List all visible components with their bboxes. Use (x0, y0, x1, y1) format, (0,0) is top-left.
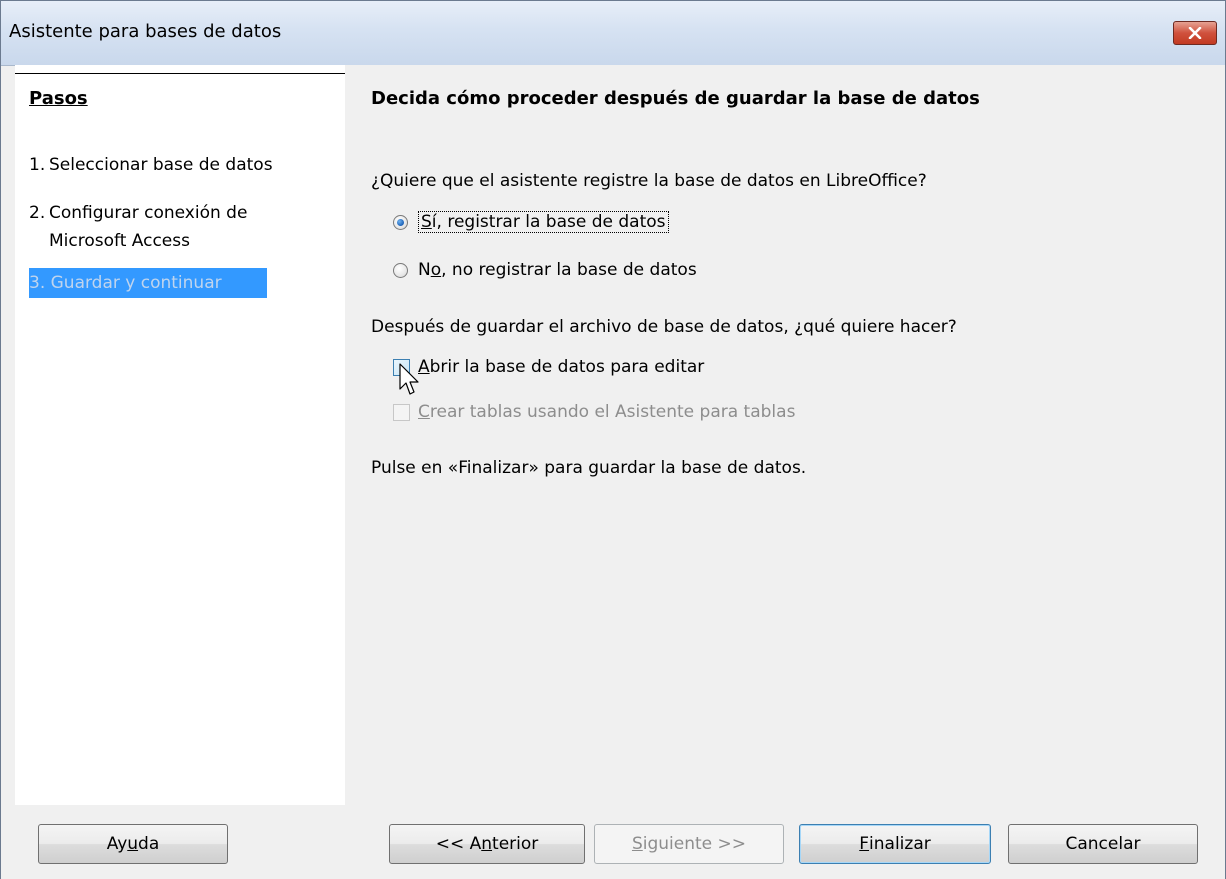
create-tables-checkbox[interactable] (393, 403, 410, 421)
button-bar: Ay u da << An terior Siguiente >> Finalizar… (1, 805, 1225, 879)
step-label: 3. Guardar y continuar (29, 273, 222, 293)
steps-heading: Pasos (29, 88, 88, 109)
next-button[interactable]: Siguiente >> (594, 824, 784, 864)
close-icon (1188, 27, 1202, 39)
window-title: Asistente para bases de datos (9, 21, 282, 42)
register-no-option[interactable]: No, no registrar la base de datos (393, 257, 697, 283)
after-save-question: Después de guardar el archivo de base de… (371, 317, 957, 337)
steps-sidebar: Pasos 1. Seleccionar base de datos 2. Conf… (15, 65, 345, 805)
mouse-pointer-icon (399, 363, 419, 395)
register-no-radio[interactable] (393, 262, 408, 278)
finish-button[interactable]: Finalizar (799, 824, 991, 864)
step-number: 2. (29, 203, 46, 223)
close-button[interactable] (1173, 21, 1217, 45)
page-title: Decida cómo proceder después de guardar … (371, 88, 980, 109)
register-yes-label[interactable]: Sí, registrar la base de datos (418, 211, 669, 233)
create-tables-option[interactable]: Crear tablas usando el Asistente para ta… (393, 399, 795, 425)
finish-hint: Pulse en «Finalizar» para guardar la bas… (371, 458, 807, 478)
back-button[interactable]: << An terior (389, 824, 585, 864)
register-yes-radio[interactable] (393, 214, 408, 230)
help-button[interactable]: Ay u da (38, 824, 228, 864)
step-configure-connection[interactable]: 2. Configurar conexión de Microsoft Acces… (29, 199, 329, 255)
wizard-content: Decida cómo proceder después de guardar … (345, 65, 1225, 805)
step-label-line1: Configurar conexión de (49, 203, 248, 223)
register-question: ¿Quiere que el asistente registre la bas… (371, 171, 927, 191)
register-no-label[interactable]: No, no registrar la base de datos (418, 260, 697, 280)
sidebar-divider (15, 73, 345, 74)
title-bar[interactable]: Asistente para bases de datos (1, 1, 1225, 66)
open-edit-option[interactable]: Abrir la base de datos para editar (393, 354, 704, 380)
database-wizard-window: Asistente para bases de datos Pasos 1. Se… (0, 0, 1226, 879)
step-save-continue[interactable]: 3. Guardar y continuar (29, 268, 267, 298)
step-select-database[interactable]: 1. Seleccionar base de datos (29, 151, 329, 179)
step-label: Seleccionar base de datos (49, 155, 273, 175)
step-label-line2: Microsoft Access (49, 231, 190, 251)
step-number: 1. (29, 155, 46, 175)
cancel-button[interactable]: Cancelar (1008, 824, 1198, 864)
create-tables-label[interactable]: Crear tablas usando el Asistente para ta… (418, 402, 795, 422)
register-yes-option[interactable]: Sí, registrar la base de datos (393, 209, 669, 235)
open-edit-label[interactable]: Abrir la base de datos para editar (418, 357, 704, 377)
